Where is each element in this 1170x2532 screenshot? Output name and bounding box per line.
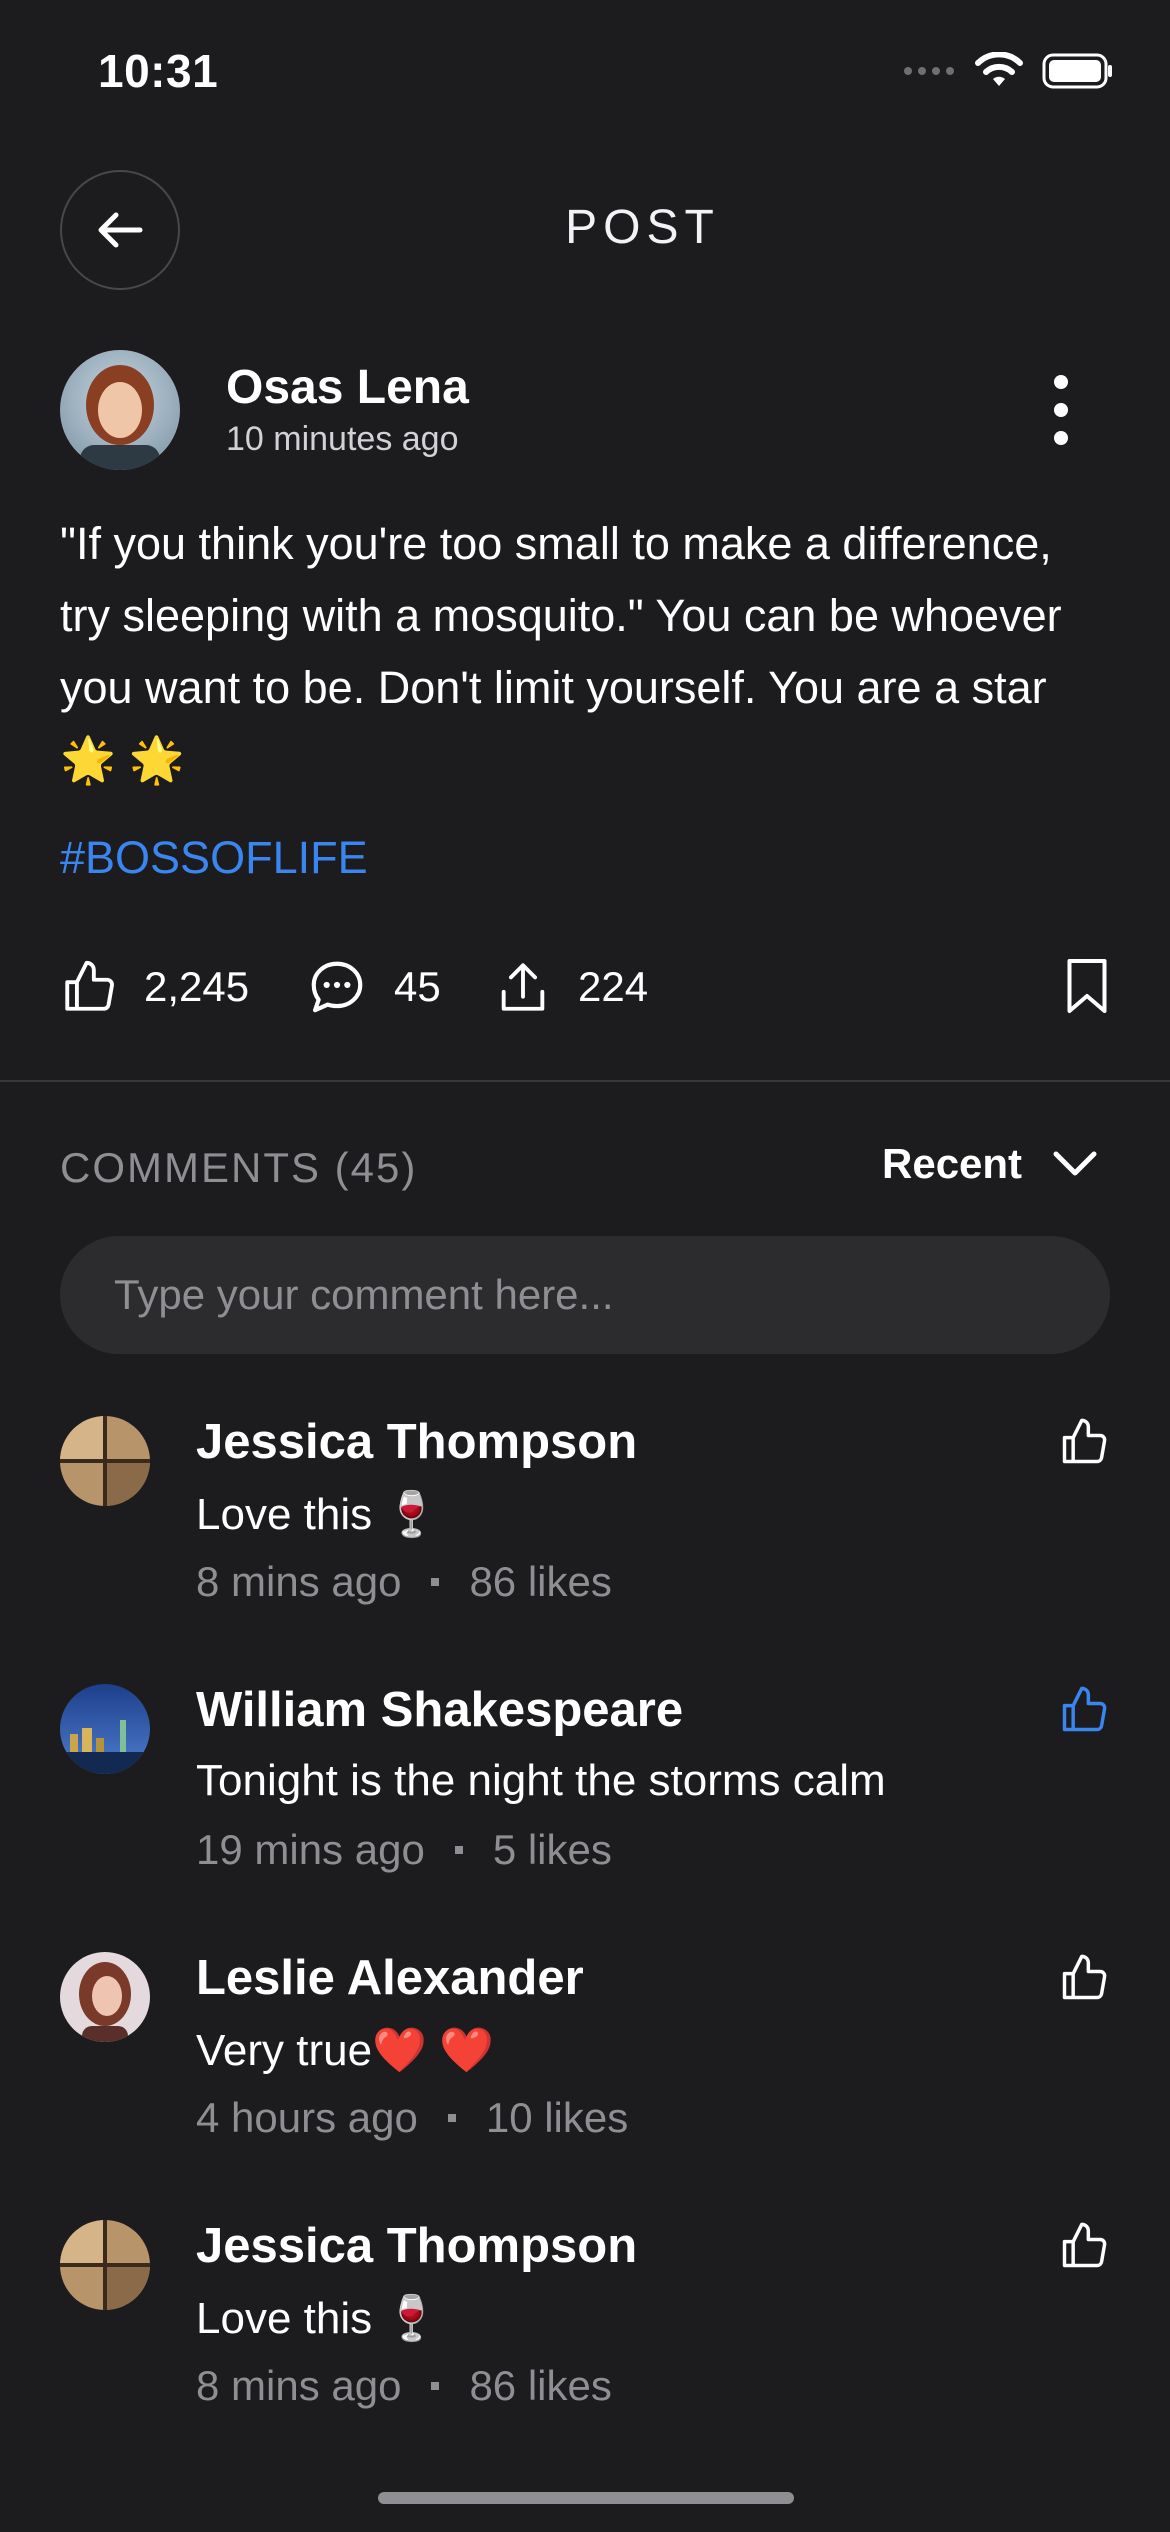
thumbs-up-icon [1062, 1418, 1107, 1464]
divider [0, 1080, 1170, 1082]
comment-like-button[interactable] [1058, 1952, 1110, 2009]
comment-meta: 8 mins ago 86 likes [196, 2362, 612, 2410]
post-actions: 2,245 45 224 [60, 952, 1110, 1022]
comment-item: Jessica Thompson Love this 🍷 8 mins ago … [60, 1414, 1110, 1636]
comment-count: 45 [394, 963, 441, 1010]
sort-label: Recent [882, 1140, 1023, 1187]
comment-meta: 4 hours ago 10 likes [196, 2094, 628, 2142]
comment-like-button[interactable] [1058, 1416, 1110, 1473]
comment-author[interactable]: Jessica Thompson [196, 2218, 637, 2274]
comment-time: 4 hours ago [196, 2094, 418, 2141]
comment-input[interactable] [60, 1236, 1110, 1354]
post-timestamp: 10 minutes ago [226, 420, 459, 458]
status-time: 10:31 [98, 45, 219, 97]
signal-icon [904, 67, 954, 75]
like-action[interactable]: 2,245 [60, 952, 249, 1022]
comment-action[interactable]: 45 [306, 952, 441, 1022]
comment-time: 19 mins ago [196, 1826, 425, 1873]
home-indicator[interactable] [378, 2492, 794, 2504]
battery-icon [1042, 53, 1112, 89]
avatar[interactable] [60, 1952, 150, 2042]
bookmark-button[interactable] [1064, 956, 1110, 1021]
post-text: "If you think you're too small to make a… [60, 518, 1062, 785]
author-name[interactable]: Osas Lena [226, 360, 469, 415]
comment-likes: 5 likes [492, 1826, 612, 1873]
like-count: 2,245 [144, 963, 250, 1010]
comment-item: Leslie Alexander Very true❤️ ❤️ 4 hours … [60, 1950, 1110, 2172]
comment-author[interactable]: Leslie Alexander [196, 1950, 584, 2006]
comment-text: Very true❤️ ❤️ [196, 2026, 494, 2075]
bookmark-icon [1067, 959, 1107, 1013]
author-avatar[interactable] [60, 350, 180, 470]
status-bar: 10:31 [0, 0, 1170, 150]
comment-meta: 8 mins ago 86 likes [196, 1558, 612, 1606]
avatar[interactable] [60, 1684, 150, 1774]
comment-time: 8 mins ago [196, 1558, 402, 1605]
comment-item: Jessica Thompson Love this 🍷 8 mins ago … [60, 2218, 1110, 2440]
chevron-down-icon [1053, 1151, 1097, 1176]
comment-like-button[interactable] [1058, 1684, 1110, 1741]
avatar[interactable] [60, 1416, 150, 1506]
wifi-icon [975, 52, 1023, 86]
more-vertical-icon [1054, 375, 1068, 389]
comment-meta: 19 mins ago 5 likes [196, 1826, 612, 1874]
more-options-button[interactable] [1046, 375, 1076, 445]
sort-dropdown[interactable]: Recent [882, 1140, 1098, 1188]
comment-like-button[interactable] [1058, 2220, 1110, 2277]
share-count: 224 [578, 963, 649, 1010]
post-hashtag[interactable]: #BOSSOFLIFE [60, 832, 368, 884]
share-action[interactable]: 224 [494, 952, 648, 1022]
comments-title: COMMENTS (45) [60, 1144, 418, 1191]
comment-text: Love this 🍷 [196, 2294, 440, 2343]
thumbs-up-icon [1062, 1686, 1107, 1732]
comment-item: William Shakespeare Tonight is the night… [60, 1682, 1110, 1904]
comment-likes: 10 likes [485, 2094, 629, 2141]
comment-author[interactable]: Jessica Thompson [196, 1414, 637, 1470]
comment-likes: 86 likes [469, 2362, 612, 2409]
comment-text: Love this 🍷 [196, 1490, 440, 1539]
comment-author[interactable]: William Shakespeare [196, 1682, 683, 1738]
thumbs-up-icon [1062, 1954, 1107, 2000]
comment-bubble-icon [311, 961, 363, 1013]
share-icon [501, 963, 545, 1011]
comment-likes: 86 likes [469, 1558, 612, 1605]
comment-text: Tonight is the night the storms calm [196, 1756, 886, 1805]
thumbs-up-icon [65, 960, 114, 1011]
comment-time: 8 mins ago [196, 2362, 402, 2409]
avatar[interactable] [60, 2220, 150, 2310]
status-icons [904, 52, 1114, 90]
page-title: POST [565, 201, 720, 254]
thumbs-up-icon [1062, 2222, 1107, 2268]
